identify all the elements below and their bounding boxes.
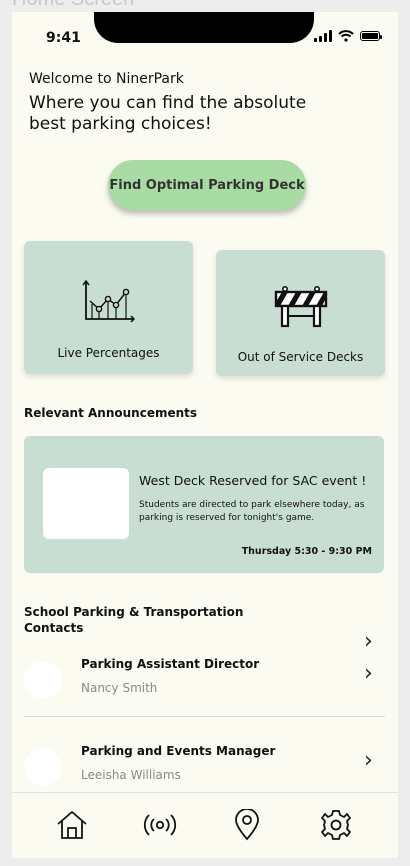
- location-pin-icon: [235, 809, 259, 841]
- status-icons: [314, 30, 382, 42]
- contact-divider: [24, 716, 385, 717]
- announcement-time: Thursday 5:30 - 9:30 PM: [241, 546, 372, 557]
- contact-row[interactable]: Parking Assistant Director Nancy Smith ›: [24, 657, 385, 717]
- contact-role: Parking Assistant Director: [81, 657, 260, 671]
- tab-settings[interactable]: [316, 805, 356, 845]
- broadcast-icon: [143, 814, 177, 836]
- contact-role: Parking and Events Manager: [81, 744, 276, 758]
- home-icon: [57, 811, 87, 839]
- avatar: [24, 748, 62, 786]
- live-percentages-label: Live Percentages: [57, 346, 160, 360]
- battery-icon: [360, 31, 382, 41]
- bottom-tab-bar: [12, 792, 398, 858]
- find-optimal-deck-button[interactable]: Find Optimal Parking Deck: [108, 160, 306, 210]
- tagline: Where you can find the absolute best par…: [29, 93, 307, 134]
- status-bar: 9:41: [12, 12, 398, 60]
- announcement-card[interactable]: West Deck Reserved for SAC event ! Stude…: [24, 436, 384, 573]
- avatar: [24, 661, 62, 699]
- road-barrier-icon: [274, 286, 327, 328]
- announcement-body: Students are directed to park elsewhere …: [139, 500, 365, 523]
- announcement-title: West Deck Reserved for SAC event !: [139, 473, 367, 488]
- contacts-heading: School Parking & Transportation Contacts: [24, 605, 244, 635]
- tab-live[interactable]: [140, 805, 180, 845]
- chevron-right-icon[interactable]: ›: [364, 750, 373, 772]
- notch: [94, 12, 314, 43]
- signal-icon: [314, 30, 332, 42]
- tab-home[interactable]: [52, 805, 92, 845]
- announcements-heading: Relevant Announcements: [24, 406, 198, 420]
- contact-name: Nancy Smith: [81, 681, 158, 695]
- line-chart-icon: [81, 279, 135, 323]
- wifi-icon: [338, 30, 354, 42]
- contact-name: Leeisha Williams: [81, 768, 181, 782]
- frame-title: Home Screen: [12, 0, 134, 11]
- phone-screen: 9:41 Welcome to NinerPark Where you can …: [12, 12, 398, 858]
- out-of-service-label: Out of Service Decks: [237, 350, 364, 364]
- tab-map[interactable]: [227, 805, 267, 845]
- chevron-right-icon[interactable]: ›: [364, 663, 373, 685]
- status-time: 9:41: [46, 30, 81, 46]
- live-percentages-card[interactable]: Live Percentages: [24, 241, 193, 374]
- gear-icon: [321, 810, 351, 840]
- contacts-chevron-right-icon[interactable]: ›: [364, 631, 373, 653]
- out-of-service-card[interactable]: Out of Service Decks: [216, 250, 385, 376]
- welcome-text: Welcome to NinerPark: [29, 71, 184, 87]
- announcement-image: [43, 468, 129, 539]
